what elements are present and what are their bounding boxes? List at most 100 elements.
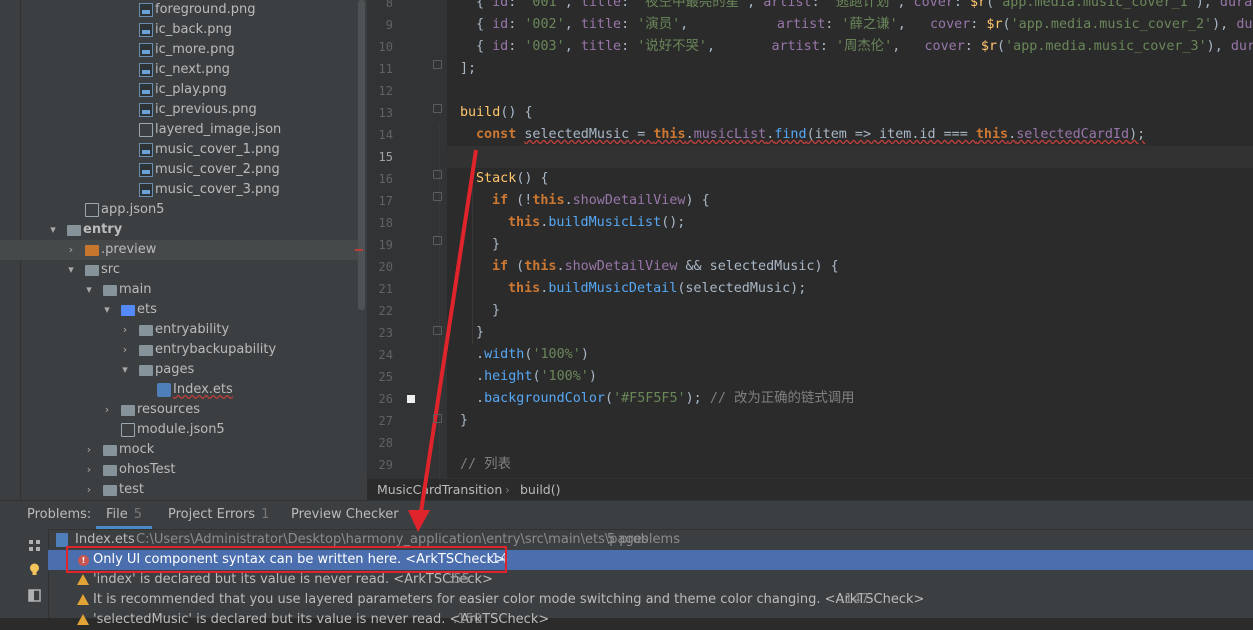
chevron-down-icon[interactable]: ▾ <box>101 300 113 320</box>
tree-item[interactable]: › ohosTest <box>0 460 360 480</box>
tree-item[interactable]: module.json5 <box>0 420 360 440</box>
code-line-22[interactable]: } <box>460 300 500 322</box>
code-line-9[interactable]: { id: '002', title: '演员', artist: '薛之谦',… <box>460 14 1253 36</box>
tree-item[interactable]: › entryability <box>0 320 360 340</box>
fold-icon[interactable] <box>433 236 442 245</box>
fold-icon[interactable] <box>433 170 442 179</box>
code-line-23[interactable]: } <box>460 322 484 344</box>
line-number[interactable]: 13 <box>367 106 393 120</box>
tree-item[interactable]: music_cover_2.png <box>0 160 360 180</box>
code-line-21[interactable]: this.buildMusicDetail(selectedMusic); <box>460 278 806 300</box>
line-number[interactable]: 11 <box>367 62 393 76</box>
chevron-right-icon[interactable]: › <box>83 460 95 480</box>
line-number[interactable]: 29 <box>367 458 393 472</box>
chevron-down-icon[interactable]: ▾ <box>119 360 131 380</box>
tree-item-label: ic_play.png <box>155 82 227 97</box>
fold-icon[interactable] <box>433 60 442 69</box>
breadcrumb-item-method[interactable]: build() <box>520 479 561 501</box>
tree-item[interactable]: ▾ ets <box>0 300 360 320</box>
tree-item[interactable]: ic_more.png <box>0 40 360 60</box>
code-line-27[interactable]: } <box>460 410 468 432</box>
line-number[interactable]: 19 <box>367 238 393 252</box>
project-scrollbar[interactable] <box>358 0 365 310</box>
code-line-18[interactable]: this.buildMusicList(); <box>460 212 685 234</box>
bookmark-icon[interactable] <box>407 395 415 403</box>
tree-item-label: app.json5 <box>101 202 165 217</box>
code-line-14[interactable]: const selectedMusic = this.musicList.fin… <box>460 124 1145 146</box>
tree-item[interactable]: ▾ main <box>0 280 360 300</box>
line-number[interactable]: 25 <box>367 370 393 384</box>
code-line-25[interactable]: .height('100%') <box>460 366 597 388</box>
line-number[interactable]: 26 <box>367 392 393 406</box>
tree-item[interactable]: › resources <box>0 400 360 420</box>
line-number[interactable]: 14 <box>367 128 393 142</box>
fold-icon[interactable] <box>433 414 442 423</box>
tree-item[interactable]: › test <box>0 480 360 500</box>
code-line-16[interactable]: Stack() { <box>460 168 549 190</box>
chevron-down-icon[interactable]: ▾ <box>65 260 77 280</box>
tree-item[interactable]: ic_play.png <box>0 80 360 100</box>
code-line-29[interactable]: // 列表 <box>460 454 511 476</box>
line-number[interactable]: 17 <box>367 194 393 208</box>
tree-item[interactable]: layered_image.json <box>0 120 360 140</box>
tree-item[interactable]: app.json5 <box>0 200 360 220</box>
tab-preview-checker[interactable]: Preview Checker <box>291 501 399 529</box>
group-by-icon[interactable] <box>28 539 41 552</box>
line-number[interactable]: 22 <box>367 304 393 318</box>
code-line-11[interactable]: ]; <box>460 58 476 80</box>
chevron-right-icon[interactable]: › <box>119 320 131 340</box>
chevron-right-icon[interactable]: › <box>101 400 113 420</box>
tree-item[interactable]: › .preview <box>0 240 360 260</box>
line-number[interactable]: 18 <box>367 216 393 230</box>
line-number[interactable]: 28 <box>367 436 393 450</box>
preview-icon[interactable] <box>28 589 41 602</box>
line-number[interactable]: 27 <box>367 414 393 428</box>
fold-icon[interactable] <box>433 104 442 113</box>
tab-project-errors[interactable]: Project Errors 1 <box>168 501 269 529</box>
fold-icon[interactable] <box>433 192 442 201</box>
problem-row-warning[interactable]: It is recommended that you use layered p… <box>48 590 1253 610</box>
line-number[interactable]: 8 <box>367 0 393 10</box>
fold-icon[interactable] <box>433 326 442 335</box>
problem-row-warning[interactable]: 'selectedMusic' is declared but its valu… <box>48 610 1253 630</box>
tree-item[interactable]: foreground.png <box>0 0 360 20</box>
tab-file[interactable]: File 5 <box>96 501 153 529</box>
code-line-17[interactable]: if (!this.showDetailView) { <box>460 190 710 212</box>
tree-item[interactable]: ic_previous.png <box>0 100 360 120</box>
chevron-right-icon[interactable]: › <box>83 440 95 460</box>
code-line-20[interactable]: if (this.showDetailView && selectedMusic… <box>460 256 839 278</box>
tree-item[interactable]: ▾ pages <box>0 360 360 380</box>
breadcrumb-item-component[interactable]: MusicCardTransition <box>377 479 502 501</box>
chevron-down-icon[interactable]: ▾ <box>83 280 95 300</box>
line-number[interactable]: 10 <box>367 40 393 54</box>
line-number[interactable]: 24 <box>367 348 393 362</box>
tree-item[interactable]: › entrybackupability <box>0 340 360 360</box>
line-number[interactable]: 15 <box>367 150 393 164</box>
code-line-19[interactable]: } <box>460 234 500 256</box>
code-line-8[interactable]: { id: '001', title: '夜空中最亮的星', artist: '… <box>460 0 1253 14</box>
line-number[interactable]: 21 <box>367 282 393 296</box>
line-number[interactable]: 23 <box>367 326 393 340</box>
line-number[interactable]: 12 <box>367 84 393 98</box>
chevron-right-icon[interactable]: › <box>83 480 95 500</box>
chevron-down-icon[interactable]: ▾ <box>47 220 59 240</box>
tree-item[interactable]: ic_back.png <box>0 20 360 40</box>
line-number[interactable]: 16 <box>367 172 393 186</box>
tree-item[interactable]: music_cover_3.png <box>0 180 360 200</box>
tree-item[interactable]: ic_next.png <box>0 60 360 80</box>
tree-item[interactable]: Index.ets <box>0 380 360 400</box>
code-line-10[interactable]: { id: '003', title: '说好不哭', artist: '周杰伦… <box>460 36 1253 58</box>
tree-item[interactable]: ▾ src <box>0 260 360 280</box>
tree-item[interactable]: ▾ entry <box>0 220 360 240</box>
line-number[interactable]: 9 <box>367 18 393 32</box>
line-number[interactable]: 20 <box>367 260 393 274</box>
lightbulb-icon[interactable] <box>28 563 41 576</box>
code-line-13[interactable]: build() { <box>460 102 533 124</box>
code-line-26[interactable]: .backgroundColor('#F5F5F5'); // 改为正确的链式调… <box>460 388 855 410</box>
problem-row-warning[interactable]: 'index' is declared but its value is nev… <box>48 570 1253 590</box>
tree-item[interactable]: music_cover_1.png <box>0 140 360 160</box>
chevron-right-icon[interactable]: › <box>65 240 77 260</box>
chevron-right-icon[interactable]: › <box>119 340 131 360</box>
tree-item[interactable]: › mock <box>0 440 360 460</box>
code-line-24[interactable]: .width('100%') <box>460 344 589 366</box>
